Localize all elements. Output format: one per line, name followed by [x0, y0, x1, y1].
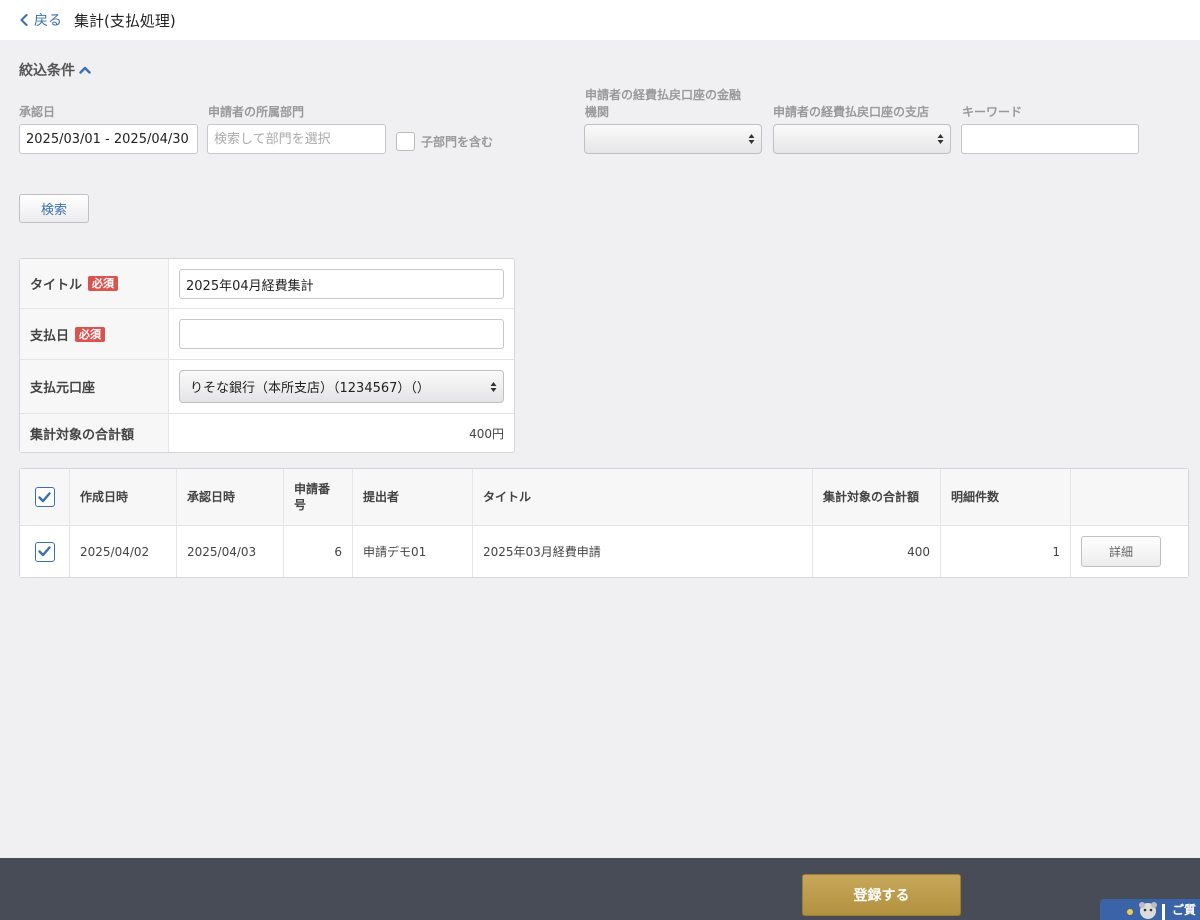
required-badge: 必須: [75, 326, 106, 342]
form-row-title: タイトル 必須: [20, 259, 514, 309]
table-header-row: 作成日時 承認日時 申請番 号 提出者 タイトル 集計対象の合計額 明細件数: [20, 469, 1188, 526]
column-header-number[interactable]: 申請番 号: [284, 469, 353, 525]
chevron-left-icon: [20, 14, 28, 26]
form-label-cell: 支払日 必須: [20, 309, 169, 359]
form-label-cell: タイトル 必須: [20, 259, 169, 308]
cell-count: 1: [941, 526, 1071, 577]
cell-title: 2025年03月経費申請: [473, 526, 813, 577]
checkmark-icon: [38, 546, 51, 557]
help-tab-label: ご質: [1172, 903, 1197, 917]
select-all-checkbox[interactable]: [34, 487, 55, 507]
approval-date-input[interactable]: [19, 124, 198, 154]
include-sub-department-checkbox[interactable]: [396, 132, 415, 151]
row-checkbox[interactable]: [34, 541, 55, 562]
branch-select[interactable]: [773, 124, 951, 154]
column-header-count[interactable]: 明細件数: [941, 469, 1071, 525]
keyword-input[interactable]: [961, 124, 1139, 154]
title-input[interactable]: [179, 269, 504, 299]
title-field-label: タイトル: [30, 278, 83, 293]
top-header: 戻る 集計(支払処理): [0, 0, 1200, 40]
pay-date-input[interactable]: [179, 319, 504, 349]
column-header-title[interactable]: タイトル: [473, 469, 813, 525]
bank-label-line1: 申請者の経費払戻口座の金融: [585, 88, 742, 102]
approval-date-label: 承認日: [19, 105, 56, 119]
filter-toggle[interactable]: 絞込条件: [19, 60, 91, 80]
department-label: 申請者の所属部門: [208, 105, 305, 119]
help-tab[interactable]: ご質: [1100, 899, 1200, 920]
total-label: 集計対象の合計額: [30, 427, 135, 443]
cell-number: 6: [284, 526, 353, 577]
cell-approved: 2025/04/03: [177, 526, 284, 577]
column-header-approved[interactable]: 承認日時: [177, 469, 284, 525]
select-arrows-icon: [748, 134, 755, 144]
source-account-label: 支払元口座: [30, 381, 96, 396]
column-header-number-line2: 号: [294, 498, 307, 512]
register-button[interactable]: 登録する: [802, 874, 961, 916]
search-button[interactable]: 検索: [19, 194, 89, 223]
footer-bar: 登録する ご質: [0, 858, 1200, 920]
bank-label-line2: 機関: [585, 105, 610, 119]
column-header-actions: [1071, 469, 1188, 525]
checkmark-icon: [38, 491, 51, 502]
bank-select[interactable]: [584, 124, 762, 154]
cell-submitter: 申請デモ01: [353, 526, 473, 577]
include-sub-department-label: 子部門を含む: [421, 135, 494, 149]
source-account-select[interactable]: りそな銀行（本所支店）（1234567）（）: [179, 370, 504, 403]
back-link[interactable]: 戻る: [20, 10, 62, 30]
detail-button[interactable]: 詳細: [1081, 536, 1161, 567]
form-row-total: 集計対象の合計額 400円: [20, 414, 514, 452]
select-arrows-icon: [937, 134, 944, 144]
column-header-created[interactable]: 作成日時: [70, 469, 177, 525]
department-search-input[interactable]: [207, 124, 386, 154]
column-header-number-line1: 申請番: [294, 482, 331, 496]
mascot-icon: [1127, 902, 1165, 920]
row-checkbox-cell: [20, 526, 70, 577]
page-title: 集計(支払処理): [74, 11, 176, 30]
form-label-cell: 集計対象の合計額: [20, 414, 169, 452]
form-label-cell: 支払元口座: [20, 360, 169, 413]
back-label: 戻る: [34, 13, 62, 29]
cell-actions: 詳細: [1071, 526, 1188, 577]
column-header-total[interactable]: 集計対象の合計額: [813, 469, 941, 525]
filter-section-title: 絞込条件: [19, 63, 75, 79]
branch-label: 申請者の経費払戻口座の支店: [773, 105, 930, 119]
cell-total: 400: [813, 526, 941, 577]
required-badge: 必須: [88, 276, 119, 291]
expense-table: 作成日時 承認日時 申請番 号 提出者 タイトル 集計対象の合計額 明細件数 2…: [19, 468, 1189, 578]
header-checkbox-cell: [20, 469, 70, 525]
keyword-label: キーワード: [962, 105, 1023, 119]
aggregation-form: タイトル 必須 支払日 必須 支払元口座 りそな銀行（本所支店）（1234567…: [19, 258, 515, 453]
pay-date-label: 支払日: [30, 328, 70, 344]
chevron-up-icon: [79, 66, 91, 74]
total-value: 400円: [469, 426, 504, 441]
form-row-pay-date: 支払日 必須: [20, 309, 514, 360]
column-header-submitter[interactable]: 提出者: [353, 469, 473, 525]
select-arrows-icon: [490, 382, 497, 392]
table-row: 2025/04/02 2025/04/03 6 申請デモ01 2025年03月経…: [20, 526, 1188, 577]
form-row-source-account: 支払元口座 りそな銀行（本所支店）（1234567）（）: [20, 360, 514, 414]
source-account-value: りそな銀行（本所支店）（1234567）（）: [190, 381, 430, 396]
cell-created: 2025/04/02: [70, 526, 177, 577]
